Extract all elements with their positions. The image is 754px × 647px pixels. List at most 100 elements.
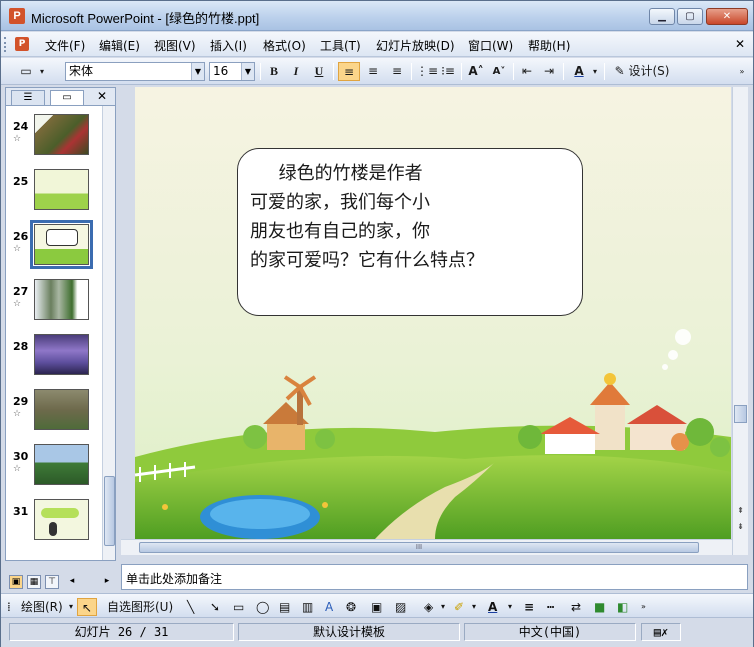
next-slide-icon[interactable]: ⇟ (734, 521, 747, 532)
tab-outline[interactable]: ☰ (11, 90, 45, 105)
oval-tool-icon[interactable]: ◯ (256, 598, 269, 616)
menu-format[interactable]: 格式(O) (263, 37, 306, 54)
normal-view-icon[interactable]: ▣ (9, 575, 23, 589)
font-color-icon[interactable]: A (569, 62, 589, 81)
textbox-tool-icon[interactable]: ▤ (279, 598, 290, 616)
chevron-down-icon[interactable]: ▾ (441, 598, 445, 616)
vertical-textbox-icon[interactable]: ▥ (302, 598, 313, 616)
decrease-indent-icon[interactable]: ⇤ (517, 62, 537, 81)
chevron-down-icon[interactable]: ▼ (191, 63, 204, 80)
align-right-icon[interactable]: ≡ (386, 62, 408, 81)
toolbar-separator (461, 63, 462, 80)
tab-slides[interactable]: ▭ (50, 90, 84, 105)
font-color-icon[interactable]: A (488, 598, 497, 616)
scroll-right-icon[interactable]: ▸ (100, 575, 114, 589)
3d-style-icon[interactable]: ◧ (617, 598, 628, 616)
spelling-status-icon[interactable]: ▤✗ (641, 623, 681, 641)
chevron-down-icon[interactable]: ▼ (241, 63, 254, 80)
menu-help[interactable]: 帮助(H) (528, 37, 570, 54)
slide-thumbnail[interactable] (34, 114, 89, 155)
menu-view[interactable]: 视图(V) (154, 37, 196, 54)
shadow-style-icon[interactable]: ■ (594, 598, 605, 616)
scrollbar-thumb[interactable]: III (139, 542, 699, 553)
italic-button[interactable]: I (287, 62, 305, 81)
dash-style-icon[interactable]: ┅ (547, 598, 554, 616)
font-size-select[interactable]: 16 ▼ (209, 62, 255, 81)
wordart-icon[interactable]: A (325, 598, 333, 616)
pane-close-icon[interactable]: ✕ (97, 89, 107, 103)
previous-slide-icon[interactable]: ⇞ (734, 505, 747, 516)
minimize-button[interactable]: ▁ (649, 8, 675, 25)
notes-placeholder[interactable]: 单击此处添加备注 (126, 570, 222, 587)
align-left-icon[interactable]: ≡ (338, 62, 360, 81)
increase-indent-icon[interactable]: ⇥ (539, 62, 559, 81)
slideshow-icon[interactable]: ⊤ (45, 575, 59, 589)
arrow-style-icon[interactable]: ⇄ (571, 598, 581, 616)
line-style-icon[interactable]: ≡ (524, 598, 534, 616)
maximize-button[interactable]: ▢ (677, 8, 703, 25)
toolbar-options-icon[interactable]: » (641, 598, 646, 616)
chevron-down-icon[interactable]: ▾ (472, 598, 476, 616)
line-tool-icon[interactable]: ╲ (187, 598, 194, 616)
new-slide-icon[interactable]: ▭ (15, 62, 37, 81)
slide-horizontal-scrollbar[interactable]: III (121, 539, 732, 555)
chevron-down-icon[interactable]: ▾ (69, 598, 73, 616)
slide-vertical-scrollbar[interactable]: ⇞ ⇟ (732, 87, 748, 555)
chevron-down-icon[interactable]: ▾ (508, 598, 512, 616)
menu-edit[interactable]: 编辑(E) (99, 37, 140, 54)
document-icon[interactable]: P (15, 37, 29, 51)
bullet-list-icon[interactable]: ⁝≡ (438, 62, 458, 81)
slide-thumbnail[interactable] (34, 499, 89, 540)
align-center-icon[interactable]: ≡ (362, 62, 384, 81)
bubble-text[interactable]: 绿色的竹楼是作者 可爱的家，我们每个小 朋友也有自己的家，你 的家可爱吗？它有什… (250, 159, 580, 275)
thumbnails-scrollbar[interactable] (102, 106, 115, 560)
toolbar-separator (260, 63, 261, 80)
close-button[interactable]: ✕ (706, 8, 748, 25)
design-button[interactable]: ✎ 设计(S) (611, 62, 673, 81)
drawing-toolbar: ⁞ 绘图(R) ▾ ↖ 自选图形(U) ╲ ➘ ▭ ◯ ▤ ▥ A ❂ ▣ ▨ … (1, 593, 753, 618)
design-label: 设计(S) (628, 64, 670, 78)
document-close-icon[interactable]: ✕ (735, 37, 745, 51)
pane-tabs: ☰ ▭ ✕ (6, 88, 115, 106)
menu-slideshow[interactable]: 幻灯片放映(D) (376, 37, 455, 54)
scroll-left-icon[interactable]: ◂ (65, 575, 79, 589)
slide-thumbnail[interactable] (34, 279, 89, 320)
underline-button[interactable]: U (310, 62, 328, 81)
menu-insert[interactable]: 插入(I) (210, 37, 247, 54)
increase-font-icon[interactable]: A˄ (466, 62, 486, 81)
scrollbar-thumb[interactable] (104, 476, 115, 546)
numbered-list-icon[interactable]: ⋮≡ (416, 62, 438, 81)
insert-picture-icon[interactable]: ▨ (395, 598, 406, 616)
notes-pane[interactable]: 单击此处添加备注 (121, 564, 748, 590)
font-name-select[interactable]: 宋体 ▼ (65, 62, 205, 81)
arrow-tool-icon[interactable]: ➘ (210, 598, 220, 616)
autoshapes-menu-button[interactable]: 自选图形(U) (107, 598, 173, 616)
menu-tools[interactable]: 工具(T) (320, 37, 361, 54)
slide-canvas[interactable]: 绿色的竹楼是作者 可爱的家，我们每个小 朋友也有自己的家，你 的家可爱吗？它有什… (135, 87, 731, 539)
menu-file[interactable]: 文件(F) (45, 37, 85, 54)
select-cursor-icon[interactable]: ↖ (77, 598, 97, 616)
fill-color-icon[interactable]: ◈ (424, 598, 433, 616)
toolbar-options-icon[interactable]: » (737, 62, 747, 81)
diagram-icon[interactable]: ❂ (346, 598, 356, 616)
slide-thumbnail[interactable] (34, 334, 89, 375)
bold-button[interactable]: B (265, 62, 283, 81)
slide-thumbnail[interactable] (34, 169, 89, 210)
decrease-font-icon[interactable]: A˅ (489, 62, 509, 81)
slide-sorter-icon[interactable]: ▦ (27, 575, 41, 589)
menu-window[interactable]: 窗口(W) (468, 37, 513, 54)
line-color-icon[interactable]: ✐ (454, 598, 464, 616)
scrollbar-thumb[interactable] (734, 405, 747, 423)
toolbar-separator (604, 63, 605, 80)
slide-thumbnail-selected[interactable] (30, 220, 93, 269)
chevron-down-icon[interactable]: ▾ (590, 62, 600, 81)
speech-bubble-textbox[interactable]: 绿色的竹楼是作者 可爱的家，我们每个小 朋友也有自己的家，你 的家可爱吗？它有什… (237, 148, 583, 316)
toolbar-grip[interactable] (4, 37, 8, 52)
slide-thumbnail[interactable] (34, 389, 89, 430)
draw-menu-button[interactable]: 绘图(R) (21, 598, 63, 616)
rectangle-tool-icon[interactable]: ▭ (233, 598, 244, 616)
chevron-down-icon[interactable]: ▾ (37, 62, 47, 81)
slide-thumbnail[interactable] (34, 444, 89, 485)
clipart-icon[interactable]: ▣ (371, 598, 382, 616)
slide-number: 27 (13, 285, 29, 298)
